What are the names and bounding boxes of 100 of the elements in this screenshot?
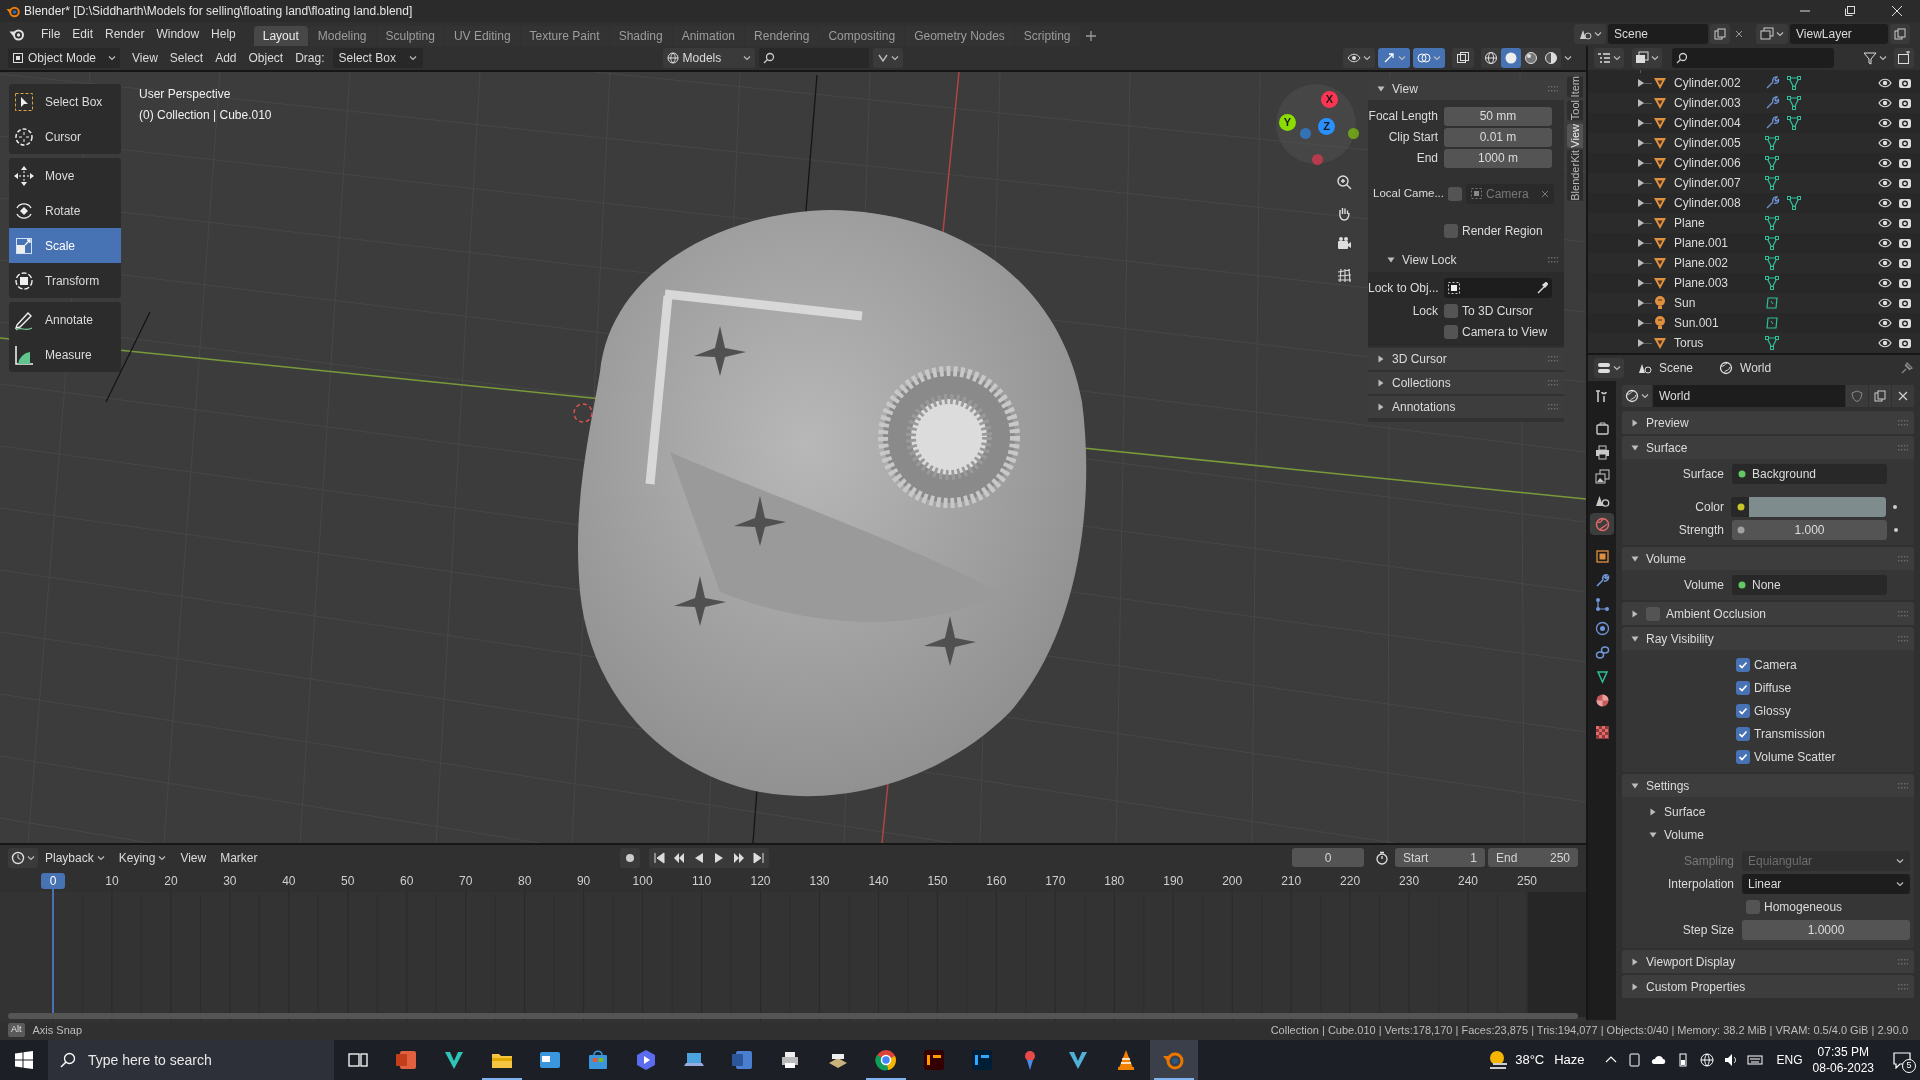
mode-dropdown[interactable]: Object Mode: [8, 48, 120, 68]
frame-number: 210: [1280, 873, 1303, 889]
menu-item[interactable]: Marker: [213, 848, 265, 867]
navigation-gizmo[interactable]: X Y Z: [1276, 84, 1356, 164]
number-field[interactable]: 1000 m: [1444, 148, 1552, 168]
checkbox-label: Transmission: [1754, 726, 1825, 743]
checkbox-label: Render Region: [1462, 223, 1543, 240]
panel-header[interactable]: Settings: [1622, 774, 1914, 797]
checkbox-label: Volume Scatter: [1754, 749, 1836, 766]
orientation-dropdown[interactable]: Models: [662, 48, 755, 68]
clock[interactable]: 07:35 PM 08-06-2023: [1812, 1044, 1874, 1076]
panel-title: View: [1392, 81, 1418, 98]
sidebar-tab[interactable]: BlenderKit: [1567, 150, 1583, 201]
panel-header[interactable]: Volume: [1622, 547, 1914, 570]
checkbox-label: Glossy: [1754, 703, 1791, 720]
sidebar-tab[interactable]: Tool: [1567, 100, 1583, 121]
shader-field[interactable]: None: [1732, 575, 1887, 595]
camera-field[interactable]: Camera: [1466, 184, 1554, 204]
panel-header[interactable]: 3D Cursor: [1368, 348, 1564, 370]
datablock-field[interactable]: World: [1653, 385, 1845, 407]
menu-item[interactable]: Select: [163, 49, 210, 67]
object-name[interactable]: Torus: [1674, 334, 1764, 352]
key-badge: Alt: [8, 1023, 25, 1037]
view-layer-field[interactable]: ViewLayer: [1790, 24, 1888, 44]
panel-header[interactable]: Ambient Occlusion: [1622, 602, 1914, 625]
field-label: Lock: [1411, 303, 1439, 320]
end-frame-field[interactable]: End 250: [1488, 848, 1578, 867]
shader-field[interactable]: Background: [1732, 464, 1887, 484]
panel-header[interactable]: Collections: [1368, 372, 1564, 394]
menu-item[interactable]: Keying: [111, 848, 174, 867]
number-field[interactable]: 0.01 m: [1444, 127, 1552, 147]
object-name[interactable]: Sun.001: [1674, 314, 1764, 332]
menu-item[interactable]: View: [173, 848, 214, 867]
object-name[interactable]: Cylinder.005: [1674, 134, 1764, 152]
drag-dropdown[interactable]: Select Box: [332, 48, 423, 68]
object-name[interactable]: Cylinder.008: [1674, 194, 1764, 212]
temperature: 38°C: [1515, 1051, 1545, 1070]
panel-header[interactable]: Surface: [1622, 436, 1914, 459]
panel-title: Custom Properties: [1646, 978, 1746, 996]
object-name[interactable]: Cylinder.002: [1674, 74, 1764, 92]
subpanel-header[interactable]: Surface: [1622, 801, 1914, 823]
object-name[interactable]: Plane.003: [1674, 274, 1764, 292]
menu-item[interactable]: Add: [209, 49, 243, 67]
panel-header[interactable]: View Lock: [1368, 249, 1564, 271]
panel-header[interactable]: View: [1368, 78, 1564, 100]
sidebar-tab[interactable]: View: [1567, 123, 1583, 148]
notification-button[interactable]: 5: [1884, 1040, 1920, 1080]
menu-item[interactable]: View: [126, 49, 164, 67]
object-name[interactable]: Plane: [1674, 214, 1764, 232]
active-object-label: (0) Collection | Cube.010: [139, 107, 272, 124]
workspace-tab[interactable]: Layout: [253, 26, 308, 46]
panel-header[interactable]: Preview: [1622, 411, 1914, 434]
object-name[interactable]: Cylinder.004: [1674, 114, 1764, 132]
panel-header[interactable]: Viewport Display: [1622, 950, 1914, 973]
frame-number: 140: [867, 873, 890, 889]
number-field[interactable]: 1.000: [1732, 520, 1887, 540]
subpanel-header[interactable]: Volume: [1622, 824, 1914, 846]
object-name[interactable]: Cylinder.006: [1674, 154, 1764, 172]
language-indicator[interactable]: ENG: [1776, 1051, 1803, 1069]
menu-item[interactable]: Window: [150, 25, 206, 43]
checkbox-label: Homogeneous: [1764, 899, 1843, 916]
menu-item[interactable]: Render: [99, 25, 151, 43]
panel-title: Surface: [1664, 804, 1706, 821]
object-name[interactable]: Cylinder.007: [1674, 174, 1764, 192]
menu-item[interactable]: Edit: [66, 25, 100, 43]
menu-item[interactable]: File: [35, 25, 67, 43]
window-title: Blender* [D:\Siddharth\Models for selling\floating land\floating land.blend]: [24, 3, 413, 20]
number-field[interactable]: 50 mm: [1444, 106, 1552, 126]
panel-title: Ambient Occlusion: [1666, 605, 1767, 623]
object-name[interactable]: Sun: [1674, 294, 1764, 312]
menu-item[interactable]: Help: [205, 25, 242, 43]
panel-title: Surface: [1646, 439, 1688, 457]
object-name[interactable]: Cylinder.003: [1674, 94, 1764, 112]
object-name[interactable]: Plane.002: [1674, 254, 1764, 272]
panel-header[interactable]: Custom Properties: [1622, 975, 1914, 998]
scene-field[interactable]: Scene: [1608, 24, 1708, 44]
panel-title: 3D Cursor: [1392, 351, 1447, 368]
sidebar-tab[interactable]: Item: [1567, 76, 1583, 98]
panel-title: Viewport Display: [1646, 953, 1736, 971]
frame-number: 70: [458, 873, 474, 889]
frame-number: 150: [926, 873, 949, 889]
scene-statistics: Collection | Cube.010 | Verts:178,170 | Faces:23,875 | Tris:194,077 | Objects:0/40 | Memory: 38.2 MiB | VRAM: 0.5/4.0 GiB | 2.90.0: [1270, 1022, 1908, 1038]
menu-item[interactable]: Object: [242, 49, 290, 67]
frame-number: 80: [517, 873, 533, 889]
menu-item[interactable]: Playback: [38, 848, 112, 867]
frame-number: 30: [222, 873, 238, 889]
panel-title: Preview: [1646, 414, 1689, 432]
object-name[interactable]: Plane.001: [1674, 234, 1764, 252]
frame-field[interactable]: 0: [1292, 848, 1364, 867]
taskbar-search-field[interactable]: Type here to search: [48, 1040, 334, 1080]
field-label: Focal Length: [1368, 108, 1439, 125]
field-label: Local Came...: [1372, 186, 1445, 202]
start-frame-field[interactable]: Start 1: [1395, 848, 1485, 867]
number-field[interactable]: 1.0000: [1742, 920, 1910, 940]
panel-header[interactable]: Ray Visibility: [1622, 627, 1914, 650]
field-label: End: [1415, 150, 1439, 167]
dropdown[interactable]: Linear: [1742, 874, 1910, 894]
frame-number: 10: [104, 873, 120, 889]
tool-button[interactable]: Scale: [9, 228, 121, 263]
panel-header[interactable]: Annotations: [1368, 396, 1564, 418]
